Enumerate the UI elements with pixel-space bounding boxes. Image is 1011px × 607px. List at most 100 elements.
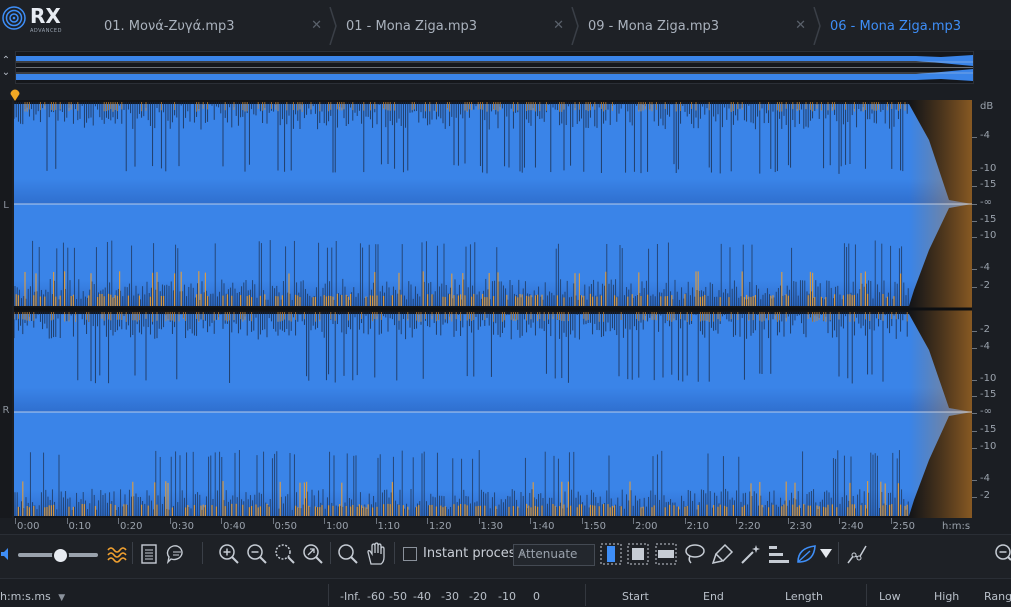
tab-label: 09 - Mona Ziga.mp3 bbox=[588, 19, 720, 34]
zoom-in-icon[interactable] bbox=[218, 543, 240, 565]
time-ruler[interactable]: 0:00 0:10 0:20 0:30 0:40 0:50 1:00 1:10 1:20 1:30… bbox=[14, 518, 1011, 534]
toolbar-divider bbox=[394, 542, 395, 564]
time-tick-mark bbox=[427, 518, 428, 524]
time-tick-mark bbox=[736, 518, 737, 524]
db-tick-mark bbox=[972, 413, 977, 414]
end-column-header: End bbox=[703, 590, 724, 603]
db-tick-label: -4 bbox=[980, 341, 990, 352]
edit-gain-icon[interactable] bbox=[846, 543, 868, 565]
time-tick-mark bbox=[221, 518, 222, 524]
time-tick-mark bbox=[530, 518, 531, 524]
zoom-fit-icon[interactable] bbox=[302, 543, 324, 565]
db-tick-label: -2 bbox=[980, 324, 990, 335]
db-scale: dB -4 -10 -15 -∞ -15 -10 -4 -2 -2 -4 -10… bbox=[972, 100, 1011, 518]
time-tick-mark bbox=[272, 518, 274, 524]
toolbar-divider bbox=[132, 542, 133, 564]
meter-label: -10 bbox=[498, 590, 516, 603]
leaf-selection-icon[interactable] bbox=[795, 543, 819, 565]
time-selection-tool-icon[interactable] bbox=[600, 543, 622, 565]
db-tick-mark bbox=[972, 497, 977, 498]
zoom-tool-icon[interactable] bbox=[337, 543, 359, 565]
db-tick-label: -4 bbox=[980, 262, 990, 273]
instant-process-checkbox[interactable] bbox=[403, 547, 417, 561]
low-column-header: Low bbox=[879, 590, 901, 603]
channel-strip: L R bbox=[0, 100, 12, 518]
volume-icon[interactable] bbox=[0, 547, 12, 561]
time-unit-label: h:m:s bbox=[942, 521, 971, 532]
time-tick-mark bbox=[684, 518, 686, 524]
zoom-out-vertical-icon[interactable] bbox=[994, 543, 1011, 565]
db-tick-mark bbox=[972, 448, 977, 449]
channel-label-left: L bbox=[3, 200, 9, 211]
frequency-selection-tool-icon[interactable] bbox=[655, 543, 677, 565]
time-tick-mark bbox=[169, 518, 171, 524]
length-column-header: Length bbox=[785, 590, 823, 603]
toolbar-divider bbox=[838, 542, 839, 564]
channel-label-right: R bbox=[2, 405, 10, 416]
collapse-overview-icon[interactable]: ⌃ ⌄ bbox=[0, 55, 12, 83]
meter-label: 0 bbox=[533, 590, 540, 603]
db-tick-label: -∞ bbox=[980, 197, 992, 208]
db-tick-mark bbox=[972, 186, 977, 187]
waveform-overview[interactable] bbox=[15, 51, 974, 84]
tab-file-4-active[interactable]: 06 - Mona Ziga.mp3 bbox=[816, 7, 1011, 45]
chevron-down-icon[interactable] bbox=[820, 549, 832, 559]
tab-file-1[interactable]: 01. Μονά-Ζυγά.mp3 ✕ bbox=[90, 7, 330, 45]
time-tick-mark bbox=[890, 518, 892, 524]
time-tick-label: 0:50 bbox=[274, 521, 297, 532]
zoom-out-icon[interactable] bbox=[246, 543, 268, 565]
instant-process-mode-select[interactable]: Attenuate ⌄ bbox=[513, 544, 595, 566]
chevron-down-icon: ▼ bbox=[58, 593, 66, 603]
time-frequency-selection-tool-icon[interactable] bbox=[627, 543, 649, 565]
db-tick-mark bbox=[972, 204, 977, 205]
db-tick-label: -4 bbox=[980, 473, 990, 484]
lasso-tool-icon[interactable] bbox=[683, 543, 707, 565]
db-tick-label: -10 bbox=[980, 163, 997, 174]
tab-label: 06 - Mona Ziga.mp3 bbox=[830, 19, 962, 34]
tab-file-2[interactable]: 01 - Mona Ziga.mp3 ✕ bbox=[332, 7, 572, 45]
close-icon[interactable]: ✕ bbox=[553, 18, 564, 33]
comment-icon[interactable] bbox=[166, 544, 188, 564]
db-tick-label: -15 bbox=[980, 389, 997, 400]
db-tick-mark bbox=[972, 170, 977, 171]
status-divider bbox=[328, 584, 329, 606]
time-tick-label: 2:40 bbox=[841, 521, 864, 532]
meter-label: -50 bbox=[389, 590, 407, 603]
db-tick-mark bbox=[972, 348, 977, 349]
chevron-down-icon: ⌄ bbox=[518, 546, 527, 557]
time-format-select[interactable]: h:m:s.ms ▼ bbox=[0, 590, 65, 603]
time-tick-mark bbox=[66, 518, 68, 524]
waveform-spectrogram-toggle-icon[interactable] bbox=[106, 545, 128, 563]
meter-label: -60 bbox=[367, 590, 385, 603]
db-tick-label: -∞ bbox=[980, 406, 992, 417]
file-info-icon[interactable] bbox=[140, 544, 158, 564]
time-tick-label: 0:40 bbox=[223, 521, 246, 532]
overview-waveform bbox=[16, 55, 973, 81]
db-tick-label: -10 bbox=[980, 230, 997, 241]
toolbar-divider bbox=[330, 542, 331, 564]
magic-wand-icon[interactable] bbox=[739, 543, 763, 565]
tab-file-3[interactable]: 09 - Mona Ziga.mp3 ✕ bbox=[574, 7, 814, 45]
db-tick-label: -2 bbox=[980, 280, 990, 291]
db-tick-mark bbox=[972, 331, 977, 332]
db-tick-mark bbox=[972, 380, 977, 381]
playhead-marker[interactable] bbox=[9, 88, 21, 102]
spectrogram-waveform-display[interactable] bbox=[13, 100, 972, 518]
db-tick-mark bbox=[972, 269, 977, 270]
instant-process-label: Instant process bbox=[423, 546, 523, 561]
rx-logo[interactable]: RX ADVANCED bbox=[0, 0, 86, 50]
harmonic-selection-icon[interactable] bbox=[767, 543, 791, 565]
meter-label: -20 bbox=[469, 590, 487, 603]
db-tick-mark bbox=[972, 480, 977, 481]
close-icon[interactable]: ✕ bbox=[311, 18, 322, 33]
zoom-slider-handle[interactable] bbox=[52, 547, 69, 564]
zoom-selection-icon[interactable] bbox=[274, 543, 296, 565]
time-tick-mark bbox=[787, 518, 789, 524]
meter-label: -40 bbox=[413, 590, 431, 603]
brush-tool-icon[interactable] bbox=[711, 543, 735, 565]
db-tick-label: -10 bbox=[980, 441, 997, 452]
db-tick-label: -15 bbox=[980, 214, 997, 225]
close-icon[interactable]: ✕ bbox=[795, 18, 806, 33]
hand-tool-icon[interactable] bbox=[365, 542, 387, 566]
time-tick-label: 0:10 bbox=[68, 521, 91, 532]
